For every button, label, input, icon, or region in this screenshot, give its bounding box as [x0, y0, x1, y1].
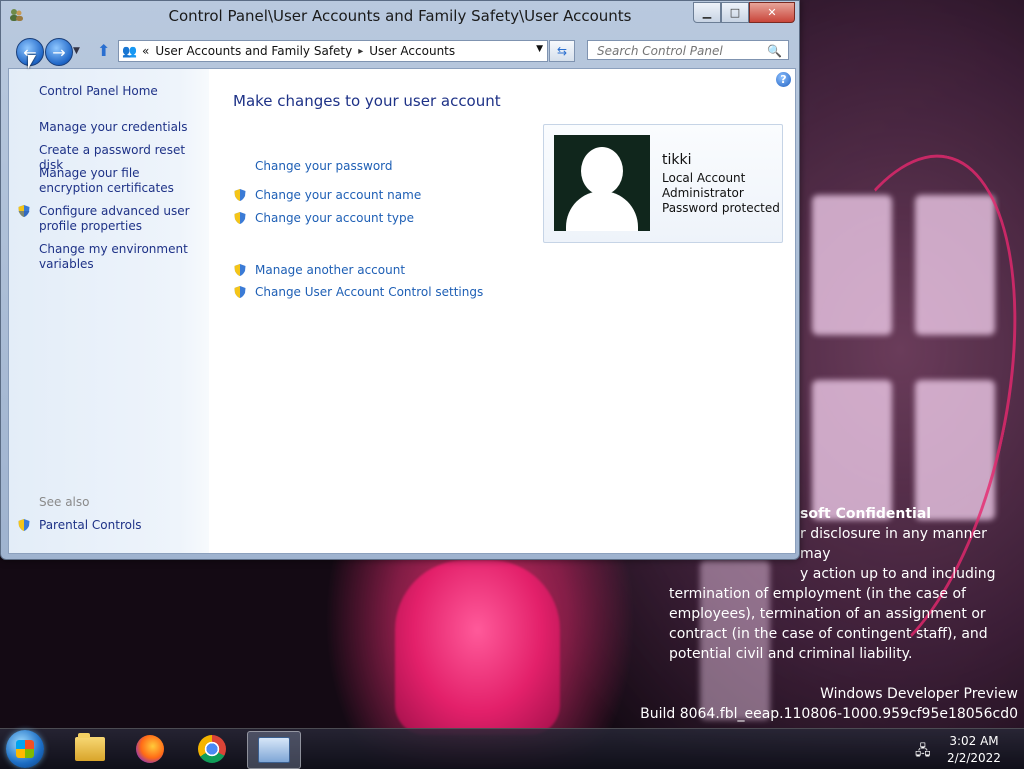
users-icon: 👥: [122, 44, 137, 58]
file-encryption-link[interactable]: Manage your file encryption certificates: [39, 166, 204, 196]
advanced-user-profile-link[interactable]: Configure advanced user profile properti…: [39, 204, 204, 234]
confidential-line: termination of employment (in the case o…: [669, 586, 966, 602]
environment-variables-link[interactable]: Change my environment variables: [39, 242, 204, 272]
build-watermark: Windows Developer Preview Build 8064.fbl…: [640, 684, 1018, 724]
forward-button[interactable]: →: [45, 38, 73, 66]
shield-icon: [234, 264, 246, 276]
confidential-line: potential civil and criminal liability.: [669, 646, 913, 662]
change-account-name-link[interactable]: Change your account name: [255, 188, 421, 202]
refresh-button[interactable]: ⇆: [549, 40, 575, 62]
confidential-line: y action up to and including: [800, 566, 996, 582]
manage-credentials-link[interactable]: Manage your credentials: [39, 120, 204, 135]
chevron-down-icon: ▼: [73, 46, 80, 56]
taskbar-firefox[interactable]: [124, 731, 176, 767]
navigation-bar: ← → ▼ ⬆ 👥 « User Accounts and Family Saf…: [1, 34, 799, 66]
help-button[interactable]: ?: [776, 72, 791, 87]
content-area: Control Panel Home Manage your credentia…: [8, 68, 796, 554]
close-icon: ✕: [767, 6, 777, 19]
taskbar-control-panel[interactable]: [247, 731, 301, 769]
minimize-icon: ▁: [702, 6, 712, 19]
clock-date: 2/2/2022: [947, 751, 1001, 765]
folder-icon: [75, 733, 105, 761]
shield-icon: [18, 519, 30, 531]
account-type-local: Local Account: [662, 171, 746, 185]
breadcrumb-separator-icon[interactable]: ▸: [358, 46, 363, 57]
window-controls: ▁ □ ✕: [693, 2, 795, 23]
change-account-type-link[interactable]: Change your account type: [255, 211, 414, 225]
title-bar[interactable]: Control Panel\User Accounts and Family S…: [1, 1, 799, 33]
desktop-pink-figure: [395, 560, 560, 735]
mouse-cursor-icon: [28, 55, 36, 69]
uac-settings-link[interactable]: Change User Account Control settings: [255, 285, 483, 299]
window-title: Control Panel\User Accounts and Family S…: [168, 7, 632, 25]
firefox-icon: [136, 735, 164, 763]
confidential-line: employees), termination of an assignment…: [669, 606, 986, 622]
page-title: Make changes to your user account: [233, 92, 501, 110]
control-panel-window: Control Panel\User Accounts and Family S…: [0, 0, 800, 560]
shield-icon: [234, 189, 246, 201]
maximize-button[interactable]: □: [721, 2, 749, 23]
close-button[interactable]: ✕: [749, 2, 795, 23]
breadcrumb-user-accounts[interactable]: User Accounts: [369, 44, 455, 58]
parental-controls-link[interactable]: Parental Controls: [39, 518, 204, 533]
help-icon: ?: [780, 73, 787, 86]
start-button[interactable]: [6, 730, 44, 768]
see-also-heading: See also: [39, 495, 90, 509]
user-account-tile: tikki Local Account Administrator Passwo…: [543, 124, 783, 243]
search-box[interactable]: 🔍: [587, 40, 789, 60]
shield-icon: [234, 212, 246, 224]
up-button[interactable]: ⬆: [97, 41, 110, 60]
address-bar[interactable]: 👥 « User Accounts and Family Safety ▸ Us…: [118, 40, 548, 62]
left-task-pane: Control Panel Home Manage your credentia…: [9, 69, 209, 553]
change-password-link[interactable]: Change your password: [255, 159, 393, 173]
avatar-head-icon: [581, 147, 623, 195]
account-role: Administrator: [662, 186, 744, 200]
password-status: Password protected: [662, 201, 780, 215]
arrow-right-icon: →: [52, 42, 66, 62]
recent-pages-dropdown[interactable]: ▼: [73, 46, 80, 56]
breadcrumb-user-accounts-family-safety[interactable]: User Accounts and Family Safety: [155, 44, 352, 58]
taskbar: 🖧 3:02 AM 2/2/2022: [0, 728, 1024, 769]
shield-icon: [18, 205, 30, 217]
control-panel-home-link[interactable]: Control Panel Home: [39, 84, 204, 99]
address-dropdown-icon[interactable]: ▼: [536, 44, 543, 54]
confidential-line: contract (in the case of contingent staf…: [669, 626, 988, 642]
avatar-body-icon: [566, 191, 638, 231]
user-name: tikki: [662, 152, 692, 168]
taskbar-chrome[interactable]: [186, 731, 238, 767]
control-panel-icon: [258, 737, 290, 763]
minimize-button[interactable]: ▁: [693, 2, 721, 23]
manage-another-account-link[interactable]: Manage another account: [255, 263, 405, 277]
avatar: [554, 135, 650, 231]
search-icon[interactable]: 🔍: [767, 41, 782, 61]
clock-time: 3:02 AM: [949, 734, 999, 748]
refresh-icon: ⇆: [556, 44, 568, 58]
chrome-icon: [198, 735, 226, 763]
arrow-up-icon: ⬆: [97, 41, 111, 60]
maximize-icon: □: [729, 6, 741, 19]
address-prefix[interactable]: «: [142, 44, 149, 58]
taskbar-explorer[interactable]: [64, 731, 116, 767]
windows-logo-icon: [16, 740, 34, 758]
shield-icon: [234, 286, 246, 298]
network-icon[interactable]: 🖧: [915, 740, 931, 764]
build-line: Build 8064.fbl_eeap.110806-1000.959cf95e…: [640, 706, 1018, 722]
build-line: Windows Developer Preview: [820, 686, 1018, 702]
system-clock[interactable]: 3:02 AM 2/2/2022: [944, 733, 1004, 767]
search-input[interactable]: [595, 43, 769, 59]
